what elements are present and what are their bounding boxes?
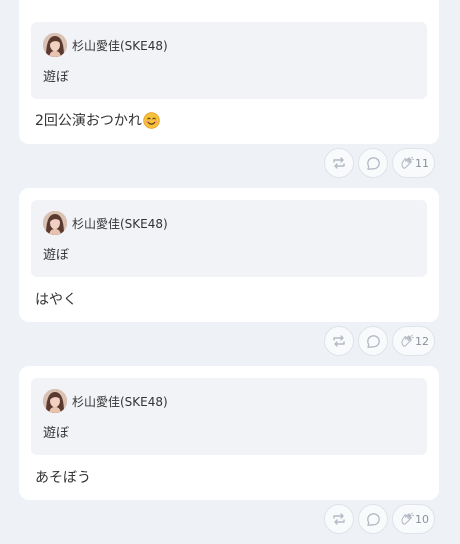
quoted-author: 杉山愛佳(SKE48) [43,33,168,57]
quoted-author-name[interactable]: 杉山愛佳(SKE48) [72,37,168,54]
clap-icon [401,334,414,347]
quoted-post[interactable]: 杉山愛佳(SKE48) 遊ぼ [31,200,427,277]
clap-icon [401,156,414,169]
quoted-author-name[interactable]: 杉山愛佳(SKE48) [72,215,168,232]
avatar[interactable] [43,389,67,413]
post-actions: 11 [320,148,435,178]
repost-icon [333,513,345,525]
post-actions: 12 [320,326,435,356]
repost-button[interactable] [324,504,354,534]
repost-button[interactable] [324,148,354,178]
clap-icon [401,512,414,525]
like-button[interactable]: 12 [392,326,435,356]
like-count: 12 [415,334,429,348]
post-text: はやく [35,289,77,309]
like-count: 11 [415,156,429,170]
quoted-author-name[interactable]: 杉山愛佳(SKE48) [72,393,168,410]
quoted-text: 遊ぼ [43,248,70,263]
quoted-text: 遊ぼ [43,426,70,441]
comment-icon [366,334,380,348]
post-text-content: 2回公演おつかれ [35,113,142,129]
like-count: 10 [415,512,429,526]
post-text: 2回公演おつかれ [35,110,160,130]
comment-button[interactable] [358,326,388,356]
quoted-post[interactable]: 杉山愛佳(SKE48) 遊ぼ [31,22,427,99]
comment-button[interactable] [358,148,388,178]
quoted-post[interactable]: 杉山愛佳(SKE48) 遊ぼ [31,378,427,455]
post-card: 杉山愛佳(SKE48) 遊ぼ あそぼう [19,366,439,500]
post-text: あそぼう [35,467,91,487]
quoted-author: 杉山愛佳(SKE48) [43,389,168,413]
like-button[interactable]: 10 [392,504,435,534]
comment-icon [366,512,380,526]
post-text-content: はやく [35,292,77,308]
repost-button[interactable] [324,326,354,356]
avatar[interactable] [43,211,67,235]
repost-icon [333,335,345,347]
post-card: 杉山愛佳(SKE48) 遊ぼ 2回公演おつかれ [19,0,439,144]
like-button[interactable]: 11 [392,148,435,178]
repost-icon [333,157,345,169]
avatar[interactable] [43,33,67,57]
post-card: 杉山愛佳(SKE48) 遊ぼ はやく [19,188,439,322]
quoted-author: 杉山愛佳(SKE48) [43,211,168,235]
comment-button[interactable] [358,504,388,534]
comment-icon [366,156,380,170]
smile-emoji [143,111,160,129]
post-actions: 10 [320,504,435,534]
quoted-text: 遊ぼ [43,70,70,85]
post-text-content: あそぼう [35,470,91,486]
